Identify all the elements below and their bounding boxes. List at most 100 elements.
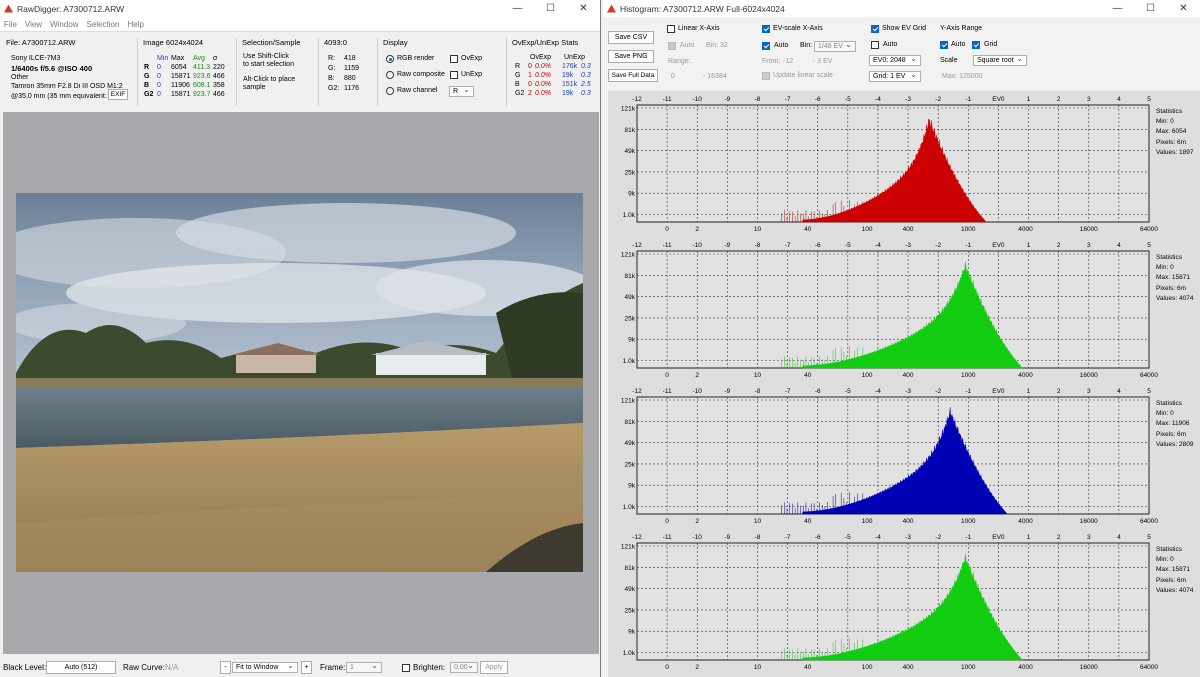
zoom-out-button[interactable]: - bbox=[220, 661, 231, 674]
unexp-count: 19k bbox=[562, 72, 574, 79]
rgb-render-radio[interactable] bbox=[386, 55, 394, 63]
raw-channel-label: Raw channel bbox=[397, 87, 438, 94]
close-icon[interactable]: ✕ bbox=[567, 0, 600, 17]
raw-channel-select[interactable]: R bbox=[449, 85, 474, 97]
ev-tick-label: -1 bbox=[965, 534, 971, 541]
y-scale-select[interactable]: Square root bbox=[973, 54, 1027, 66]
y-tick-label: 25k bbox=[625, 607, 636, 614]
apply-button[interactable]: Apply bbox=[480, 661, 508, 674]
ev-tick-label: -10 bbox=[693, 534, 703, 541]
histogram-maximize-icon[interactable]: ☐ bbox=[1134, 0, 1167, 17]
brighten-checkbox[interactable] bbox=[402, 664, 410, 672]
ev-tick-label: 1 bbox=[1027, 96, 1031, 103]
zoom-select[interactable]: Fit to Window bbox=[232, 661, 298, 673]
histogram-r[interactable]: -12 -11 -10 -9 -8 -7 -6 -5 -4 -3 -2 -1 EV0 1 2 3 4 5 121k 8… bbox=[608, 91, 1200, 237]
raw-channel-radio[interactable] bbox=[386, 87, 394, 95]
menu-file[interactable]: File bbox=[0, 20, 21, 29]
title-bar[interactable]: RawDigger: A7300712.ARW — ☐ ✕ bbox=[0, 0, 600, 17]
histogram-g2[interactable]: -12 -11 -10 -9 -8 -7 -6 -5 -4 -3 -2 -1 EV0 1 2 3 4 5 121k 8… bbox=[608, 529, 1200, 675]
ev-tick-label: 5 bbox=[1147, 242, 1151, 249]
linear-range-label: Range: bbox=[668, 58, 691, 65]
black-level-button[interactable]: Auto (512) bbox=[46, 661, 116, 674]
linear-tick-label: 2 bbox=[695, 518, 699, 525]
ev-tick-label: -11 bbox=[663, 534, 672, 541]
image-stat-sigma: 466 bbox=[213, 91, 225, 98]
ev-tick-label: 5 bbox=[1147, 534, 1151, 541]
histogram-minimize-icon[interactable]: — bbox=[1101, 0, 1134, 17]
ev-auto-checkbox[interactable] bbox=[762, 42, 770, 50]
image-stats-panel: Image 6024x4024 Min Max Avg σ R 0 6054 411.… bbox=[139, 36, 235, 108]
save-png-button[interactable]: Save PNG bbox=[608, 50, 654, 63]
linear-tick-label: 100 bbox=[862, 664, 873, 671]
ev-tick-label: -7 bbox=[785, 388, 791, 395]
ovexp-channel: G2 bbox=[515, 90, 525, 97]
menu-help[interactable]: Help bbox=[123, 20, 147, 29]
save-full-data-button[interactable]: Save Full Data bbox=[608, 69, 658, 82]
stat-stats-title: Statistics bbox=[1156, 108, 1183, 115]
linear-bin: Bin: 32 bbox=[706, 42, 728, 49]
raw-curve-value: N/A bbox=[165, 663, 179, 672]
y-grid-checkbox[interactable] bbox=[972, 41, 980, 49]
histogram-b[interactable]: -12 -11 -10 -9 -8 -7 -6 -5 -4 -3 -2 -1 EV0 1 2 3 4 5 121k 8… bbox=[608, 383, 1200, 529]
ev-scale-checkbox[interactable] bbox=[762, 25, 770, 33]
save-csv-button[interactable]: Save CSV bbox=[608, 31, 654, 44]
linear-range-from: 0 bbox=[671, 73, 675, 80]
ovexp-count: 0 bbox=[528, 63, 532, 70]
histogram-title-bar[interactable]: Histogram: A7300712.ARW Full-6024x4024 —… bbox=[603, 0, 1200, 17]
image-viewer[interactable] bbox=[3, 112, 599, 654]
image-stat-min: 0 bbox=[157, 91, 161, 98]
ev-grid-auto-checkbox[interactable] bbox=[871, 41, 879, 49]
ev-tick-label: -11 bbox=[663, 242, 672, 249]
stat-values: Values: 2809 bbox=[1156, 440, 1194, 448]
pixel-value: 880 bbox=[344, 75, 356, 82]
y-axis-range-label: Y-Axis Range bbox=[940, 25, 983, 32]
ev-tick-label: 3 bbox=[1087, 388, 1091, 395]
unexp-checkbox[interactable] bbox=[450, 71, 458, 79]
linear-tick-label: 400 bbox=[903, 226, 914, 233]
y-auto-checkbox[interactable] bbox=[940, 41, 948, 49]
menu-view[interactable]: View bbox=[21, 20, 46, 29]
linear-auto-checkbox[interactable] bbox=[668, 42, 676, 50]
histogram-close-icon[interactable]: ✕ bbox=[1167, 0, 1200, 17]
histogram-statistics: Statistics Min: 0 Max: 15871 Pixels: 6m Valu… bbox=[1156, 545, 1193, 596]
update-linear-checkbox[interactable] bbox=[762, 72, 770, 80]
menu-window[interactable]: Window bbox=[46, 20, 82, 29]
linear-range-to: - 16384 bbox=[703, 73, 727, 80]
y-grid-label: Grid bbox=[984, 41, 998, 48]
ev0-spinner[interactable]: EV0: 2048 bbox=[869, 54, 921, 66]
ev-tick-label: -2 bbox=[935, 388, 941, 395]
file-label: File: A7300712.ARW bbox=[6, 38, 76, 47]
ovexp-percent: 0.0% bbox=[535, 72, 551, 79]
linear-tick-label: 16000 bbox=[1080, 518, 1098, 525]
ev-auto-label: Auto bbox=[774, 42, 789, 49]
ev-bin-select[interactable]: 1/48 EV bbox=[814, 40, 856, 52]
linear-tick-label: 16000 bbox=[1080, 372, 1098, 379]
maximize-icon[interactable]: ☐ bbox=[534, 0, 567, 17]
ev-tick-label: 2 bbox=[1057, 388, 1061, 395]
ev-grid-select[interactable]: Grid: 1 EV bbox=[869, 70, 921, 82]
histogram-app-icon bbox=[607, 4, 616, 13]
show-ev-grid-checkbox[interactable] bbox=[871, 25, 879, 33]
selection-hint-3: Alt-Click to place bbox=[243, 76, 296, 83]
raw-preview-image[interactable] bbox=[16, 193, 583, 572]
linear-tick-label: 400 bbox=[903, 372, 914, 379]
menu-selection[interactable]: Selection bbox=[83, 20, 124, 29]
ev-tick-label: -5 bbox=[845, 96, 851, 103]
ovexp-checkbox[interactable] bbox=[450, 55, 458, 63]
histogram-g[interactable]: -12 -11 -10 -9 -8 -7 -6 -5 -4 -3 -2 -1 EV0 1 2 3 4 5 121k 8… bbox=[608, 237, 1200, 383]
brighten-value[interactable]: 0.00 bbox=[450, 661, 478, 673]
linear-x-checkbox[interactable] bbox=[667, 25, 675, 33]
unexp-count: 151k bbox=[562, 81, 578, 88]
frame-select[interactable]: 1 bbox=[346, 661, 382, 673]
linear-tick-label: 4000 bbox=[1018, 372, 1033, 379]
image-stat-sigma: 466 bbox=[213, 73, 225, 80]
raw-composite-radio[interactable] bbox=[386, 71, 394, 79]
exif-button[interactable]: EXIF bbox=[108, 89, 128, 100]
ev-tick-label: 3 bbox=[1087, 242, 1091, 249]
minimize-icon[interactable]: — bbox=[501, 0, 534, 17]
linear-tick-label: 0 bbox=[665, 226, 669, 233]
image-stat-avg: 608.1 bbox=[193, 82, 211, 89]
ev-tick-label: 5 bbox=[1147, 388, 1151, 395]
ev-tick-label: EV0 bbox=[992, 534, 1005, 541]
zoom-in-button[interactable]: + bbox=[301, 661, 312, 674]
